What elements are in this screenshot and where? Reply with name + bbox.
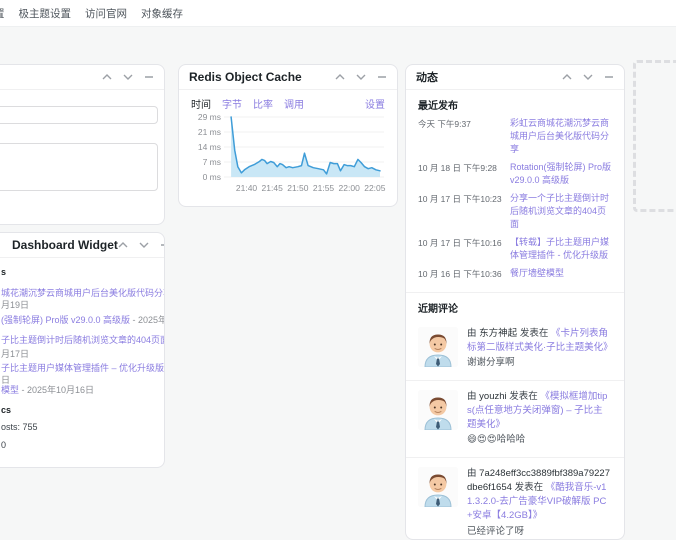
recent-posts-heading: 最近发布 [418,101,458,112]
svg-text:21:55: 21:55 [313,183,335,193]
admin-bar-item-visit-site[interactable]: 访问官网 [85,6,127,21]
collapse-icon[interactable] [376,72,387,82]
post-date: 10 月 16 日 下午10:36 [418,269,502,280]
empty-widget-drop-zone [633,60,676,212]
activity-widget: 动态 最近发布 今天 下午9:37 彩虹云商城花潮沉梦云商城用户后台美化版代码分… [405,64,625,540]
svg-text:7 ms: 7 ms [203,157,221,167]
redis-widget-header: Redis Object Cache [179,65,397,90]
comment-author: youzhi [479,390,507,402]
move-down-icon[interactable] [139,240,150,250]
tab-calls[interactable]: 调用 [284,96,304,111]
comment-excerpt: 已经评论了呀 [467,525,525,537]
post-row: 10 月 18 日 下午9:28 Rotation(强制轮屏) Pro版 v29… [418,161,612,187]
dw-post-date: 月17日 [1,349,30,359]
move-down-icon[interactable] [355,72,366,82]
post-title-link[interactable]: 分享一个子比主题倒计时后随机浏览文章的404页面 [510,192,612,231]
post-date: 10 月 18 日 下午9:28 [418,163,497,174]
dashboard-widget: Dashboard Widget s 城花潮沉梦云商城用户后台美化版代码分享 -… [0,232,165,468]
post-row: 10 月 17 日 下午10:23 分享一个子比主题倒计时后随机浏览文章的404… [418,192,612,231]
comment-meta: 由 7a248eff3cc3889fbf389a79227dbe6f1654 发… [467,467,610,522]
comment-item: 由 youzhi 发表在 《模拟框增加tips(点任意地方关闭弹窗) – 子比主… [406,379,624,457]
dw-post-date: 月19日 [1,300,30,310]
svg-text:0 ms: 0 ms [203,172,221,182]
admin-bar-item-theme-settings[interactable]: 极主题设置 [19,6,72,21]
recent-comments-section: 近期评论 由 东方神起 发表在 《卡片列表角标第二版样式美化·子比主题美化》 谢… [406,291,624,539]
collapse-icon[interactable] [143,72,154,82]
collapse-icon[interactable] [160,240,165,250]
move-down-icon[interactable] [122,72,133,82]
post-row: 10 月 16 日 下午10:36 餐厅墙壁模型 [418,267,612,280]
comment-author: 东方神起 [479,327,518,339]
svg-text:22:00: 22:00 [339,183,361,193]
dw-heading-fragment: s [1,267,7,277]
dw-post-link: 子比主题倒计时后随机浏览文章的404页面 - [1,335,165,345]
dashboard-widget-header: Dashboard Widget [0,233,164,258]
dw-stat-posts: osts: 755 [1,422,38,432]
recent-posts-list: 今天 下午9:37 彩虹云商城花潮沉梦云商城用户后台美化版代码分享 10 月 1… [406,115,624,292]
post-date: 10 月 17 日 下午10:23 [418,194,502,205]
move-up-icon[interactable] [561,72,572,82]
tab-bytes[interactable]: 字节 [222,96,242,111]
comment-excerpt: 谢谢分享啊 [467,357,515,369]
tab-time[interactable]: 时间 [191,96,211,111]
comment-item: 由 东方神起 发表在 《卡片列表角标第二版样式美化·子比主题美化》 谢谢分享啊 [406,318,624,380]
move-down-icon[interactable] [582,72,593,82]
redis-widget-title: Redis Object Cache [189,70,302,84]
post-title-link[interactable]: 【转载】子比主题用户媒体管理插件 - 优化升级版 [510,236,612,262]
post-date: 10 月 17 日 下午10:16 [418,238,502,249]
move-up-icon[interactable] [334,72,345,82]
redis-object-cache-widget: Redis Object Cache 时间 字节 比率 调用 设置 29 ms 2… [178,64,398,207]
move-up-icon[interactable] [118,240,129,250]
admin-bar-item-truncated[interactable]: 置 [0,6,5,21]
post-title-link[interactable]: Rotation(强制轮屏) Pro版 v29.0.0 高级版 [510,161,612,187]
svg-text:14 ms: 14 ms [198,142,221,152]
wordpress-dashboard: { "admin_bar": { "items": ["置", "极主题设置",… [0,0,676,540]
post-title-link[interactable]: 餐厅墙壁模型 [510,267,612,280]
avatar [418,466,458,507]
draft-title-input[interactable] [0,106,158,124]
svg-text:22:05: 22:05 [364,183,386,193]
draft-content-textarea[interactable] [0,143,158,191]
redis-settings-link[interactable]: 设置 [365,96,385,111]
dashboard-widget-title: Dashboard Widget [12,238,118,252]
dw-stat: 0 [1,440,7,450]
activity-widget-header: 动态 [406,65,624,90]
post-title-link[interactable]: 彩虹云商城花潮沉梦云商城用户后台美化版代码分享 [510,117,612,156]
svg-text:21:40: 21:40 [236,183,258,193]
recent-comments-heading: 近期评论 [418,303,458,315]
svg-text:21 ms: 21 ms [198,127,221,137]
avatar [418,389,458,430]
activity-widget-title: 动态 [416,72,438,84]
quick-draft-widget [0,64,165,225]
latency-area-chart: 29 ms 21 ms 14 ms 7 ms 0 ms 21:40 21:45 21:50 21… [198,112,386,193]
quick-draft-header [0,65,164,90]
svg-text:21:50: 21:50 [287,183,309,193]
comment-meta: 由 东方神起 发表在 《卡片列表角标第二版样式美化·子比主题美化》 [467,327,613,354]
admin-bar: 置 极主题设置 访问官网 对象缓存 [0,0,676,27]
dw-post-link: 模型 - 2025年10月16日 [1,385,95,395]
comment-meta: 由 youzhi 发表在 《模拟框增加tips(点任意地方关闭弹窗) – 子比主… [467,390,608,431]
svg-text:29 ms: 29 ms [198,112,221,122]
post-row: 10 月 17 日 下午10:16 【转载】子比主题用户媒体管理插件 - 优化升… [418,236,612,262]
comment-excerpt: 😄😍😍哈哈哈 [467,434,526,446]
post-row: 今天 下午9:37 彩虹云商城花潮沉梦云商城用户后台美化版代码分享 [418,117,612,156]
redis-metric-tabs: 时间 字节 比率 调用 设置 [179,90,397,111]
dw-heading-fragment: cs [1,405,12,415]
dw-post-link: (强制轮屏) Pro版 v29.0.0 高级版 - 2025年10月18 [1,315,165,325]
admin-bar-item-object-cache[interactable]: 对象缓存 [141,6,183,21]
svg-text:21:45: 21:45 [262,183,284,193]
move-up-icon[interactable] [101,72,112,82]
tab-ratio[interactable]: 比率 [253,96,273,111]
post-date: 今天 下午9:37 [418,119,471,129]
comment-item: 由 7a248eff3cc3889fbf389a79227dbe6f1654 发… [406,456,624,539]
collapse-icon[interactable] [603,72,614,82]
avatar [418,326,458,367]
